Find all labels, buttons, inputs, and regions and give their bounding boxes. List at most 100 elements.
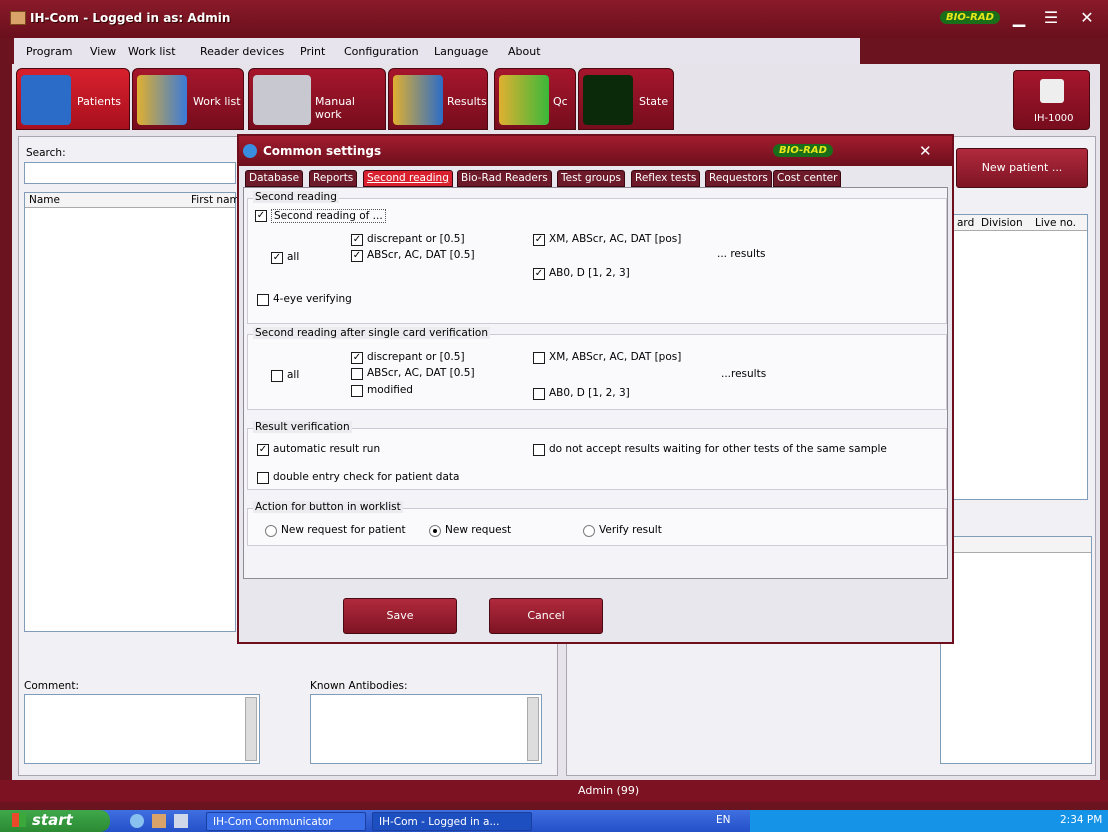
status-bar: Admin (99) xyxy=(0,780,1108,802)
tab-patients-label: Patients xyxy=(77,95,122,108)
sec1-abscr-checkbox[interactable]: ✓ xyxy=(351,250,363,262)
sec2-abscr-checkbox[interactable] xyxy=(351,368,363,380)
save-button[interactable]: Save xyxy=(343,598,457,634)
manual-work-icon xyxy=(253,75,311,125)
tab-patients[interactable]: Patients xyxy=(16,68,130,130)
state-icon xyxy=(583,75,633,125)
sec1-abo-checkbox[interactable]: ✓ xyxy=(533,268,545,280)
system-tray: EN 2:34 PM xyxy=(716,810,1108,832)
double-entry-checkbox[interactable] xyxy=(257,472,269,484)
col-card[interactable]: ard xyxy=(957,217,974,229)
tab-state[interactable]: State xyxy=(578,68,674,130)
desktop-icon[interactable] xyxy=(174,814,188,828)
taskbar-communicator[interactable]: IH-Com Communicator xyxy=(206,812,366,831)
sec2-discrepant-label: discrepant or [0.5] xyxy=(367,351,465,363)
four-eye-checkbox[interactable] xyxy=(257,294,269,306)
sec1-xm-checkbox[interactable]: ✓ xyxy=(533,234,545,246)
col-name[interactable]: Name xyxy=(29,194,60,206)
tab-test-groups[interactable]: Test groups xyxy=(557,170,625,187)
windows-logo-icon xyxy=(12,813,26,827)
tab-work-list[interactable]: Work list xyxy=(132,68,244,130)
sec1-xm-label: XM, ABScr, AC, DAT [pos] xyxy=(549,233,682,245)
tab-biorad-readers[interactable]: Bio-Rad Readers xyxy=(457,170,552,187)
close-icon[interactable]: ✕ xyxy=(1076,8,1098,28)
radio-verify-result[interactable] xyxy=(583,525,595,537)
sample-table[interactable]: ard Division Live no. xyxy=(940,214,1088,500)
new-patient-button[interactable]: New patient ... xyxy=(956,148,1088,188)
tab-reports[interactable]: Reports xyxy=(309,170,358,187)
menu-program[interactable]: Program xyxy=(26,45,72,58)
sec1-discrepant-checkbox[interactable]: ✓ xyxy=(351,234,363,246)
sec2-discrepant-checkbox[interactable]: ✓ xyxy=(351,352,363,364)
antibodies-field[interactable] xyxy=(310,694,542,764)
sec2-modified-label: modified xyxy=(367,384,413,396)
tab-cost-center[interactable]: Cost center xyxy=(773,170,842,187)
menu-print[interactable]: Print xyxy=(300,45,325,58)
tab-manual-work-label: Manual work xyxy=(315,95,355,121)
col-live-no[interactable]: Live no. xyxy=(1035,217,1076,229)
tab-reflex-tests[interactable]: Reflex tests xyxy=(631,170,701,187)
clock[interactable]: 2:34 PM xyxy=(1060,814,1102,826)
tab-qc[interactable]: Qc xyxy=(494,68,576,130)
detail-table[interactable] xyxy=(940,536,1092,764)
menu-reader-devices[interactable]: Reader devices xyxy=(200,45,284,58)
auto-result-checkbox[interactable]: ✓ xyxy=(257,444,269,456)
sec2-results-label: ...results xyxy=(721,368,767,380)
device-button[interactable]: IH-1000 xyxy=(1013,70,1090,130)
maximize-icon[interactable]: ☰ xyxy=(1040,8,1062,28)
sec2-abo-label: AB0, D [1, 2, 3] xyxy=(549,387,630,399)
second-reading-checkbox[interactable]: ✓ xyxy=(255,210,267,222)
results-icon xyxy=(393,75,443,125)
dialog-close-icon[interactable]: ✕ xyxy=(919,142,932,160)
col-first-name[interactable]: First nam xyxy=(191,194,240,206)
tab-qc-label: Qc xyxy=(553,95,568,108)
taskbar-ihcom[interactable]: IH-Com - Logged in a... xyxy=(372,812,532,831)
sec2-all-checkbox[interactable] xyxy=(271,370,283,382)
col-division[interactable]: Division xyxy=(981,217,1023,229)
tab-manual-work[interactable]: Manual work xyxy=(248,68,386,130)
settings-icon xyxy=(243,144,257,158)
sec2-xm-label: XM, ABScr, AC, DAT [pos] xyxy=(549,351,682,363)
antibodies-scrollbar[interactable] xyxy=(527,697,539,761)
tab-requestors[interactable]: Requestors xyxy=(705,170,772,187)
minimize-icon[interactable]: ▁ xyxy=(1008,8,1030,28)
menu-language[interactable]: Language xyxy=(434,45,488,58)
four-eye-label: 4-eye verifying xyxy=(273,293,352,305)
tab-results[interactable]: Results xyxy=(388,68,488,130)
status-user: Admin (99) xyxy=(578,784,640,797)
comment-scrollbar[interactable] xyxy=(245,697,257,761)
window-title: IH-Com - Logged in as: Admin xyxy=(30,11,231,25)
menu-work-list[interactable]: Work list xyxy=(128,45,176,58)
tab-database[interactable]: Database xyxy=(245,170,304,187)
comment-field[interactable] xyxy=(24,694,260,764)
language-indicator[interactable]: EN xyxy=(716,814,731,826)
patient-table[interactable]: Name First nam xyxy=(24,192,240,632)
sec1-abscr-label: ABScr, AC, DAT [0.5] xyxy=(367,249,475,261)
taskbar-communicator-label: IH-Com Communicator xyxy=(213,816,333,828)
radio-new-request-label: New request xyxy=(445,524,512,536)
device-label: IH-1000 xyxy=(1034,113,1074,124)
no-accept-checkbox[interactable] xyxy=(533,444,545,456)
menu-view[interactable]: View xyxy=(90,45,116,58)
antibodies-label: Known Antibodies: xyxy=(310,680,408,692)
sec2-abo-checkbox[interactable] xyxy=(533,388,545,400)
sec1-all-checkbox[interactable]: ✓ xyxy=(271,252,283,264)
search-input[interactable] xyxy=(24,162,236,184)
ihcom-quicklaunch-icon[interactable] xyxy=(152,814,166,828)
cancel-button[interactable]: Cancel xyxy=(489,598,603,634)
sec1-all-label: all xyxy=(287,251,300,263)
qc-icon xyxy=(499,75,549,125)
menu-configuration[interactable]: Configuration xyxy=(344,45,419,58)
brand-logo: BIO-RAD xyxy=(940,11,1000,24)
no-accept-label: do not accept results waiting for other … xyxy=(549,443,887,455)
dialog-brand-logo: BIO-RAD xyxy=(773,144,833,157)
browser-icon[interactable] xyxy=(130,814,144,828)
radio-new-request-patient[interactable] xyxy=(265,525,277,537)
radio-new-request[interactable] xyxy=(429,525,441,537)
sec2-xm-checkbox[interactable] xyxy=(533,352,545,364)
tab-second-reading[interactable]: Second reading xyxy=(363,170,453,187)
table-header: Name First nam xyxy=(25,193,240,208)
sec2-modified-checkbox[interactable] xyxy=(351,385,363,397)
menu-about[interactable]: About xyxy=(508,45,541,58)
start-button[interactable]: start xyxy=(0,810,110,832)
